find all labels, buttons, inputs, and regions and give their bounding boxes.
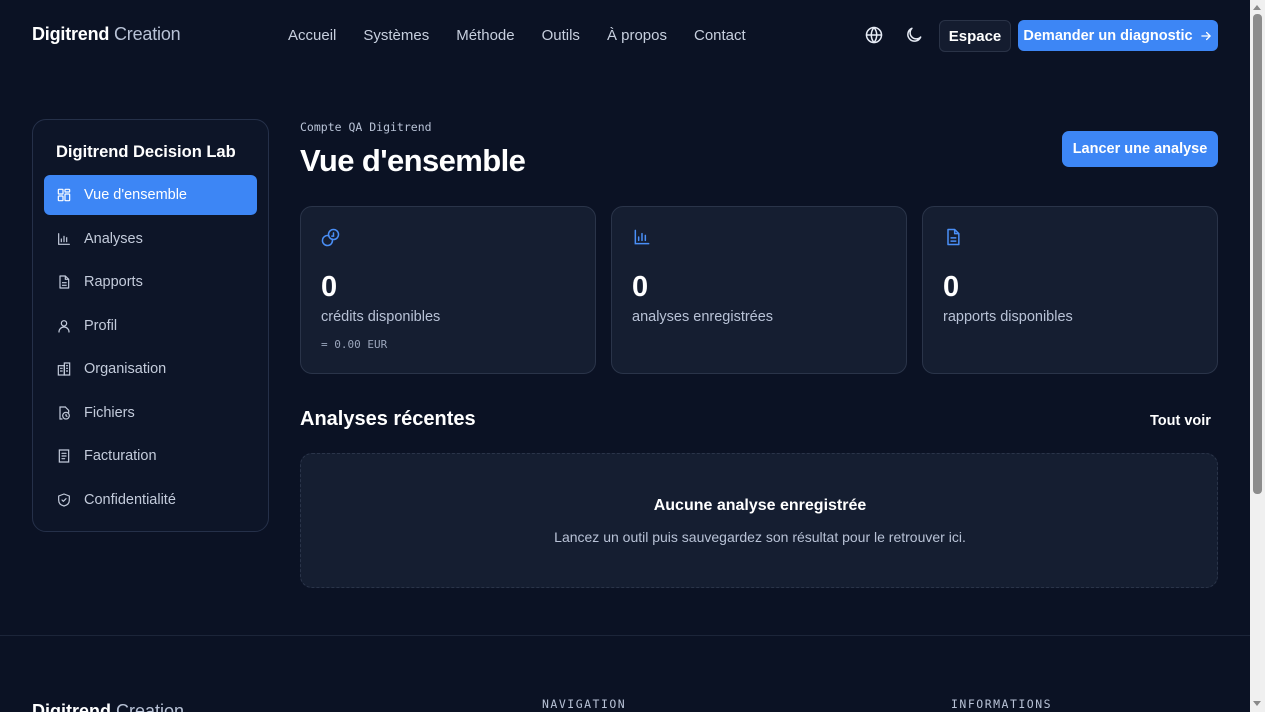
account-sidebar: Digitrend Decision Lab Vue d'ensemble An…	[32, 119, 269, 532]
main-nav: Accueil Systèmes Méthode Outils À propos…	[288, 27, 773, 44]
footer-navigation-heading: NAVIGATION	[542, 697, 627, 711]
receipt-icon	[56, 448, 72, 464]
footer-brand-bold: Digitrend	[32, 701, 111, 712]
recent-analyses-title: Analyses récentes	[300, 408, 476, 430]
brand-logo[interactable]: Digitrend Creation	[32, 24, 181, 45]
espace-button[interactable]: Espace	[939, 20, 1011, 52]
sidebar-item-facturation[interactable]: Facturation	[44, 436, 257, 476]
sidebar-item-label: Organisation	[84, 361, 167, 377]
stat-card-rapports: 0 rapports disponibles	[922, 206, 1218, 374]
nav-link-contact[interactable]: Contact	[694, 27, 746, 44]
nav-link-outils[interactable]: Outils	[542, 27, 580, 44]
request-diagnostic-button[interactable]: Demander un diagnostic	[1018, 20, 1218, 51]
sidebar-item-label: Confidentialité	[84, 491, 176, 508]
account-name: Compte QA Digitrend	[300, 120, 432, 134]
stat-subtext: = 0.00 EUR	[321, 338, 388, 351]
document-icon	[56, 274, 72, 290]
sidebar-item-profil[interactable]: Profil	[44, 306, 257, 346]
page-title: Vue d'ensemble	[300, 143, 526, 178]
scroll-down-arrow-icon[interactable]	[1253, 701, 1261, 706]
bar-chart-icon	[632, 227, 652, 247]
dashboard-icon	[56, 187, 72, 203]
sidebar-item-rapports[interactable]: Rapports	[44, 262, 257, 302]
bar-chart-icon	[56, 231, 72, 247]
empty-state: Aucune analyse enregistrée Lancez un out…	[300, 453, 1218, 588]
brand-name-light: Creation	[109, 24, 181, 44]
sidebar-menu: Vue d'ensemble Analyses Rapports Profil …	[44, 175, 257, 523]
file-clock-icon	[56, 405, 72, 421]
stat-card-analyses: 0 analyses enregistrées	[611, 206, 907, 374]
top-navigation-bar: Digitrend Creation Accueil Systèmes Méth…	[0, 0, 1250, 72]
stat-value: 0	[943, 271, 960, 303]
sidebar-item-analyses[interactable]: Analyses	[44, 219, 257, 259]
document-icon	[943, 227, 963, 247]
sidebar-title: Digitrend Decision Lab	[56, 143, 236, 161]
empty-state-description: Lancez un outil puis sauvegardez son rés…	[554, 529, 966, 545]
sidebar-item-label: Profil	[84, 317, 118, 334]
scroll-up-arrow-icon[interactable]	[1253, 5, 1261, 10]
scrollbar-thumb[interactable]	[1253, 14, 1262, 494]
sidebar-item-label: Vue d'ensemble	[84, 187, 187, 203]
moon-icon[interactable]	[904, 25, 924, 45]
page: Digitrend Creation Accueil Systèmes Méth…	[0, 0, 1250, 712]
empty-state-title: Aucune analyse enregistrée	[653, 497, 867, 514]
arrow-right-icon	[1199, 29, 1213, 43]
sidebar-item-label: Facturation	[84, 448, 157, 464]
shield-icon	[56, 492, 72, 508]
footer-divider	[0, 635, 1250, 636]
request-diagnostic-label: Demander un diagnostic	[1023, 27, 1193, 44]
sidebar-item-fichiers[interactable]: Fichiers	[44, 393, 257, 433]
coins-icon	[321, 227, 341, 247]
globe-icon[interactable]	[864, 25, 884, 45]
sidebar-item-overview[interactable]: Vue d'ensemble	[44, 175, 257, 215]
stat-label: crédits disponibles	[321, 309, 441, 325]
sidebar-item-label: Analyses	[84, 230, 143, 247]
stat-value: 0	[321, 271, 338, 303]
footer-brand[interactable]: Digitrend Creation	[32, 701, 184, 712]
sidebar-item-label: Rapports	[84, 274, 143, 290]
stat-value: 0	[632, 271, 649, 303]
sidebar-item-confidentialite[interactable]: Confidentialité	[44, 480, 257, 520]
sidebar-item-organisation[interactable]: Organisation	[44, 349, 257, 389]
stat-label: rapports disponibles	[943, 309, 1073, 325]
nav-link-a-propos[interactable]: À propos	[607, 27, 667, 44]
nav-link-accueil[interactable]: Accueil	[288, 27, 336, 44]
user-icon	[56, 318, 72, 334]
building-icon	[56, 361, 72, 377]
footer-brand-light: Creation	[111, 701, 185, 712]
stat-label: analyses enregistrées	[632, 309, 774, 325]
nav-link-systemes[interactable]: Systèmes	[363, 27, 429, 44]
see-all-link[interactable]: Tout voir	[1150, 413, 1211, 429]
brand-name-bold: Digitrend	[32, 24, 110, 44]
launch-analysis-button[interactable]: Lancer une analyse	[1062, 131, 1218, 167]
vertical-scrollbar[interactable]	[1250, 0, 1265, 712]
stat-card-credits: 0 crédits disponibles = 0.00 EUR	[300, 206, 596, 374]
footer-informations-heading: INFORMATIONS	[951, 697, 1053, 711]
nav-link-methode[interactable]: Méthode	[456, 27, 514, 44]
sidebar-item-label: Fichiers	[84, 404, 135, 421]
